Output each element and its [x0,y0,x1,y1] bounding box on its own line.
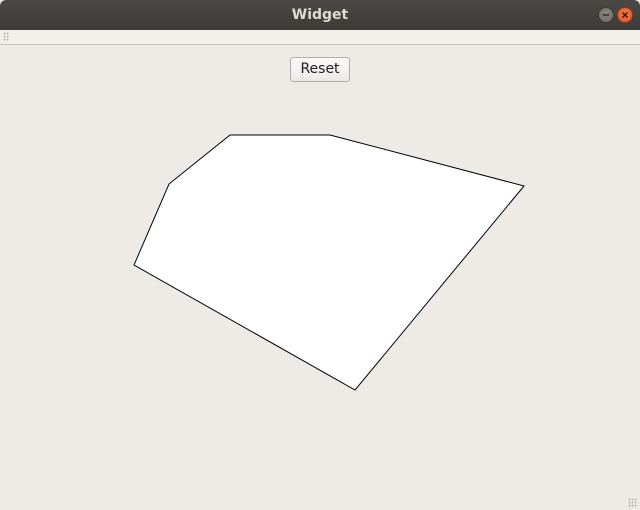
reset-button[interactable]: Reset [290,57,350,82]
app-window: Widget Reset [0,0,640,510]
editable-polygon[interactable] [133,134,525,391]
resize-grip-icon[interactable] [628,498,638,508]
